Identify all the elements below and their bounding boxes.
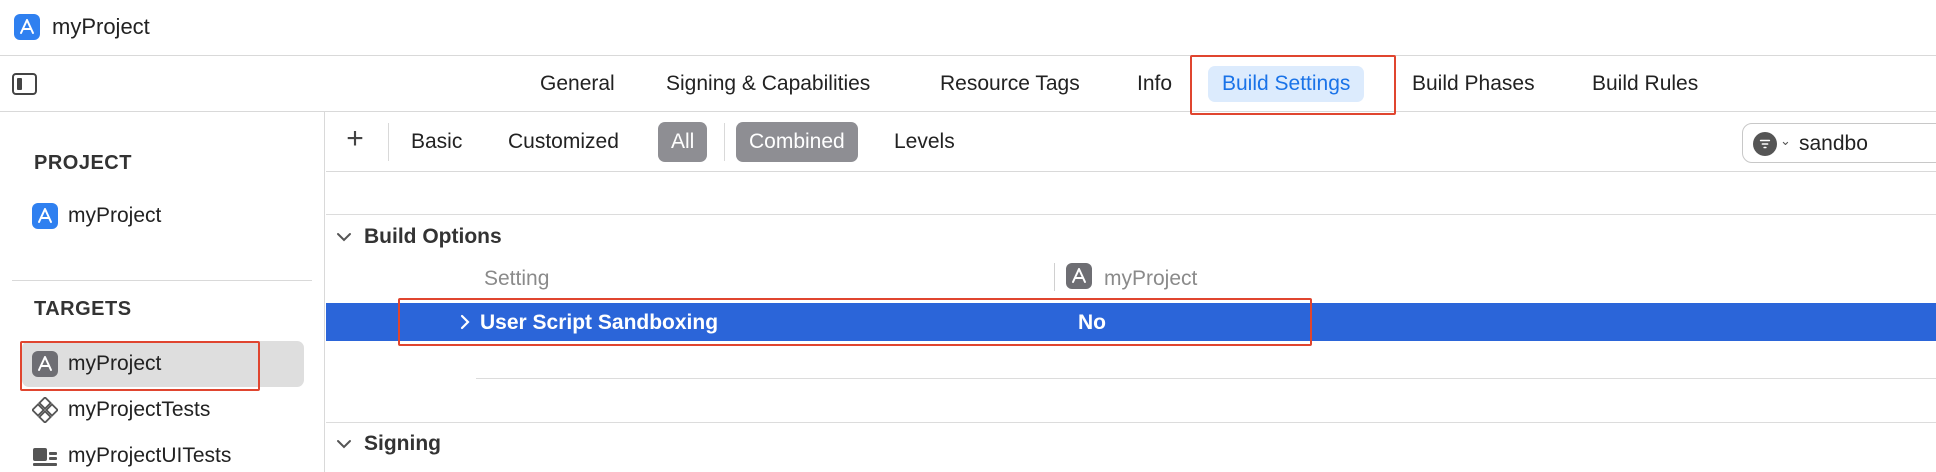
sidebar-toggle-icon[interactable] [12, 73, 37, 95]
combined-view-button[interactable]: Combined [736, 122, 858, 162]
setting-name: User Script Sandboxing [480, 311, 719, 334]
filter-icon[interactable] [1753, 132, 1777, 156]
ui-tests-icon [32, 443, 58, 469]
sidebar-item-project[interactable]: myProject [22, 193, 304, 239]
search-field[interactable]: ⌄ [1742, 123, 1936, 163]
sidebar-item-label: myProject [68, 352, 162, 375]
tab-resource-tags[interactable]: Resource Tags [926, 66, 1094, 102]
sidebar-item-label: myProjectTests [68, 398, 211, 421]
app-target-icon [32, 351, 58, 377]
filter-basic-button[interactable]: Basic [398, 122, 475, 162]
sidebar-item-target-uitests[interactable]: myProjectUITests [22, 433, 304, 472]
project-section-header: PROJECT [34, 152, 132, 174]
sidebar-item-label: myProject [68, 204, 162, 227]
build-settings-list: Build Options Setting myProject User Scr… [326, 173, 1936, 472]
setting-row-user-script-sandboxing[interactable]: User Script Sandboxing No [326, 303, 1936, 341]
column-header-setting: Setting [484, 267, 550, 290]
title-bar: myProject [0, 0, 1936, 55]
targets-section-header: TARGETS [34, 298, 132, 320]
tab-signing-capabilities[interactable]: Signing & Capabilities [652, 66, 884, 102]
sidebar-item-label: myProjectUITests [68, 444, 232, 467]
levels-view-button[interactable]: Levels [881, 122, 968, 162]
chevron-right-icon[interactable] [456, 312, 474, 332]
tab-info[interactable]: Info [1123, 66, 1186, 102]
setting-value[interactable]: No [1078, 311, 1106, 335]
chevron-down-icon[interactable] [334, 227, 354, 247]
sidebar-divider [12, 280, 312, 281]
group-title: Build Options [364, 225, 502, 248]
xcode-app-icon [32, 203, 58, 229]
divider [388, 123, 389, 161]
tab-build-settings[interactable]: Build Settings [1208, 66, 1365, 102]
column-divider [1054, 263, 1055, 291]
window-title: myProject [52, 14, 150, 39]
xcode-app-icon [14, 14, 40, 40]
column-header-target: myProject [1104, 267, 1198, 290]
search-input[interactable] [1799, 130, 1936, 158]
divider [326, 422, 1936, 423]
unit-tests-icon [32, 397, 58, 423]
divider [326, 214, 1936, 215]
filter-all-button[interactable]: All [658, 122, 708, 162]
editor-tab-bar: General Signing & Capabilities Resource … [0, 55, 1936, 112]
add-setting-button[interactable]: + [340, 124, 370, 156]
group-title: Signing [364, 432, 441, 455]
tab-general[interactable]: General [526, 66, 629, 102]
sidebar-item-target-tests[interactable]: myProjectTests [22, 387, 304, 433]
tab-build-rules[interactable]: Build Rules [1578, 66, 1712, 102]
app-target-icon [1066, 263, 1092, 289]
build-settings-filter-bar: + Basic Customized All Combined Levels ⌄ [326, 112, 1936, 172]
divider [476, 378, 1936, 379]
tab-build-phases[interactable]: Build Phases [1398, 66, 1549, 102]
chevron-down-icon[interactable] [334, 434, 354, 454]
divider [724, 123, 725, 161]
filter-customized-button[interactable]: Customized [495, 122, 632, 162]
chevron-down-icon[interactable]: ⌄ [1780, 133, 1791, 149]
sidebar-item-target-myproject[interactable]: myProject [22, 341, 304, 387]
project-navigator: PROJECT myProject TARGETS myProject myPr… [0, 112, 325, 472]
